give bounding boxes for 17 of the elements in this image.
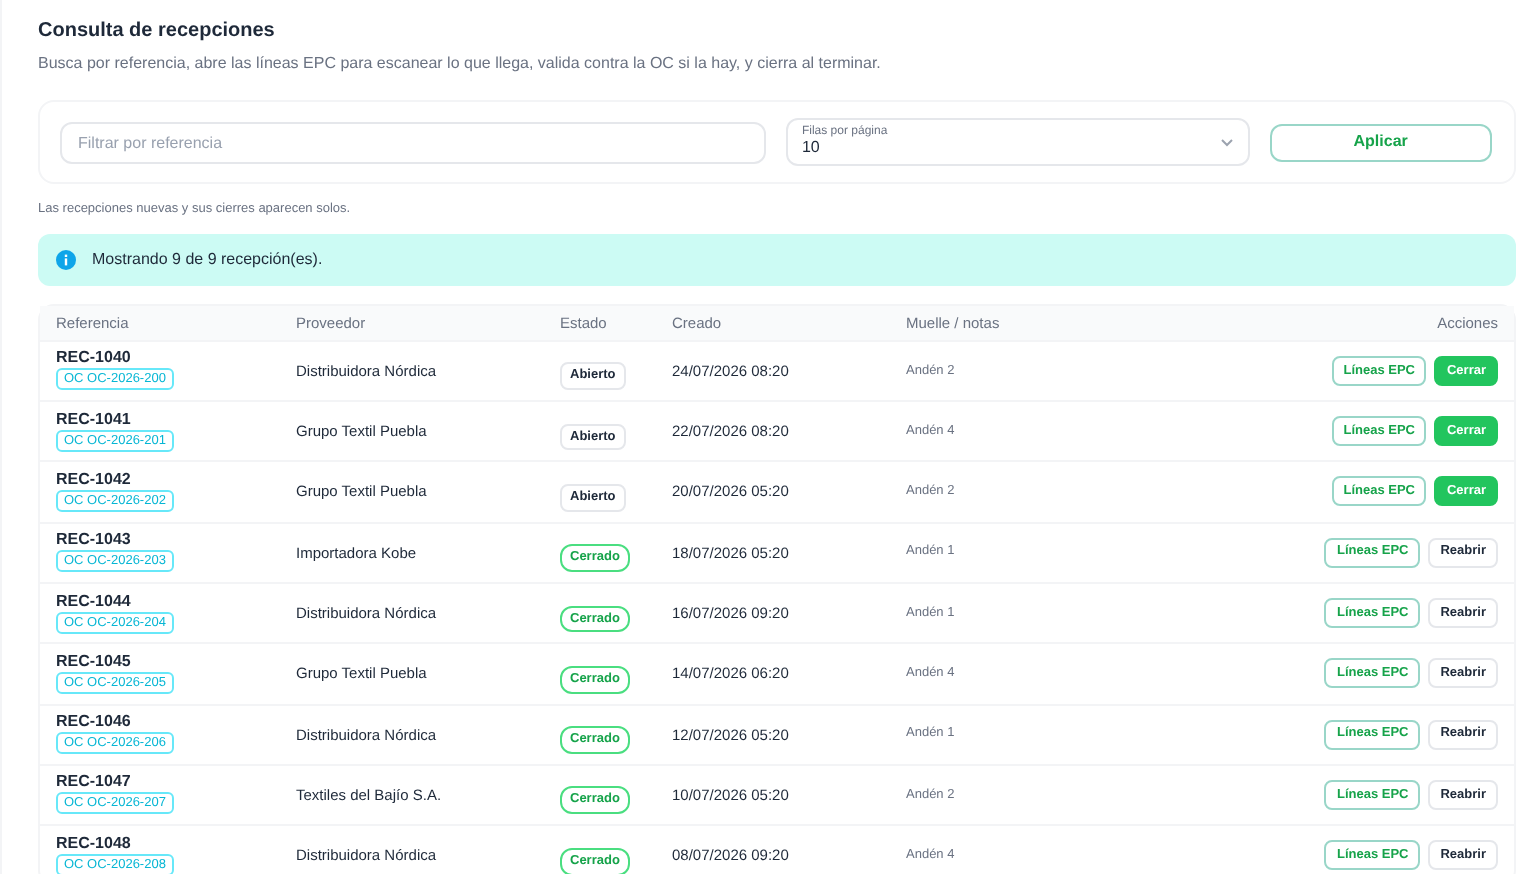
reference-text: REC-1044 — [56, 593, 131, 610]
info-icon — [56, 249, 76, 270]
reference-text: REC-1041 — [56, 411, 131, 428]
reference-text: REC-1048 — [56, 835, 131, 852]
apply-button[interactable]: Aplicar — [1269, 123, 1492, 161]
reference-text: REC-1046 — [56, 714, 131, 731]
search-field[interactable]: Filtrar por referencia — [60, 121, 766, 163]
reference-text: REC-1047 — [56, 774, 131, 791]
page-description: Busca por referencia, abre las líneas EPC para escanear lo que llega, valida contra la OC si la hay, y cierra al terminar. — [38, 52, 883, 76]
reference-text: REC-1043 — [56, 532, 131, 549]
page-size-value: 10 — [801, 138, 822, 158]
reference-text: REC-1042 — [56, 471, 131, 488]
reference-text: REC-1045 — [56, 653, 131, 670]
reference-text: REC-1040 — [56, 350, 131, 367]
alert-text: Mostrando 9 de 9 recepción(es). — [92, 247, 323, 272]
chevron-down-icon — [1219, 137, 1234, 147]
page-title: Consulta de recepciones — [38, 18, 277, 46]
